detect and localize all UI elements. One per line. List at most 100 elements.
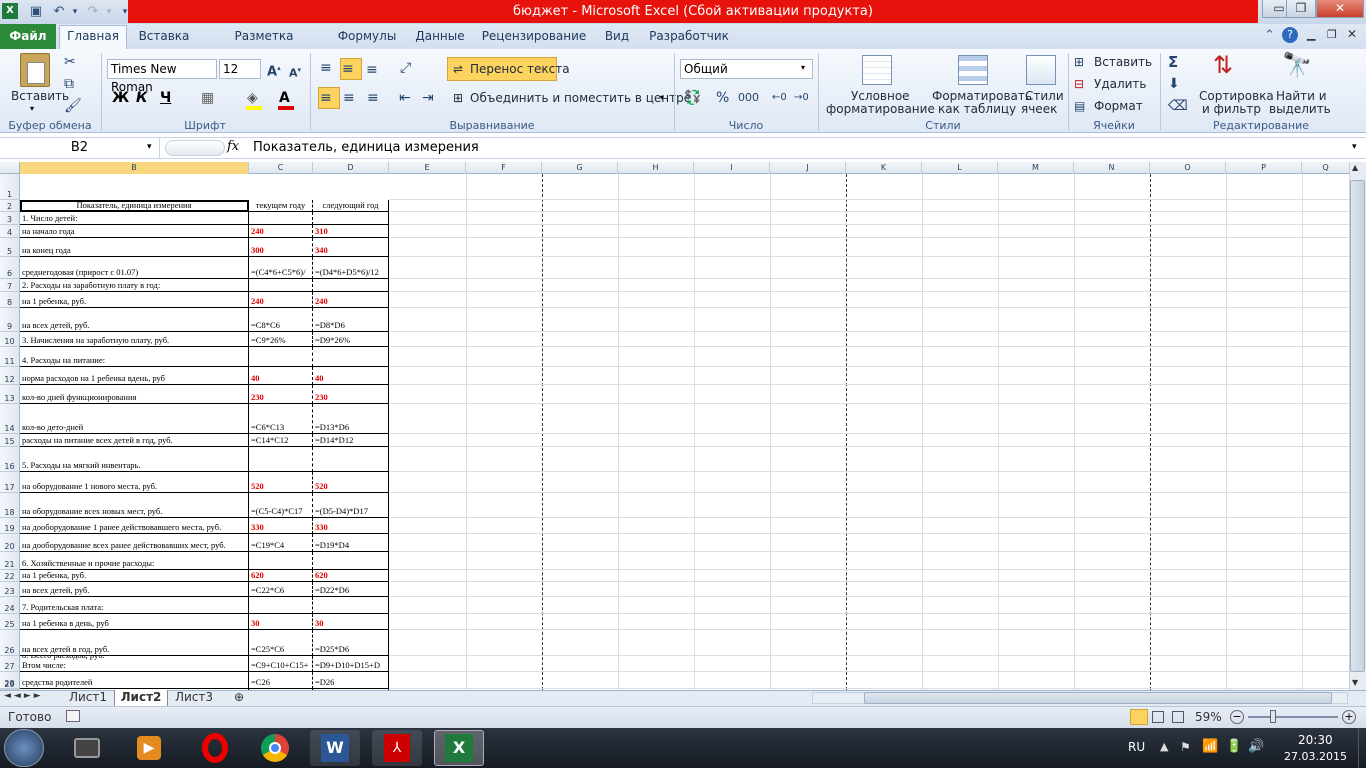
column-header[interactable]: O: [1150, 162, 1226, 174]
column-header[interactable]: G: [542, 162, 618, 174]
cell-C28[interactable]: =C26: [249, 672, 313, 689]
cell-B9[interactable]: на всех детей, руб.: [20, 308, 249, 332]
row-header[interactable]: 26: [0, 630, 20, 656]
cell-D26[interactable]: =D25*D6: [313, 630, 389, 656]
cell-B5[interactable]: на конец года: [20, 238, 249, 257]
cell-B2[interactable]: Показатель, единица измерения: [20, 200, 249, 212]
merge-center-icon[interactable]: ⊞: [453, 91, 463, 105]
paste-icon[interactable]: [20, 53, 50, 87]
cell-B11[interactable]: 4. Расходы на питание:: [20, 347, 249, 367]
tab-review[interactable]: Рецензирование: [480, 24, 588, 49]
copy-icon[interactable]: ⧉: [64, 74, 74, 94]
cell-D11[interactable]: [313, 347, 389, 367]
cell-D18[interactable]: =(D5-D4)*D17: [313, 493, 389, 518]
format-painter-icon[interactable]: 🖌: [64, 96, 82, 116]
cell-C16[interactable]: [249, 447, 313, 472]
cell-D2[interactable]: Проект наследующий год: [313, 200, 389, 212]
tray-expand-icon[interactable]: ▲: [1160, 740, 1168, 753]
cell-D12[interactable]: 40: [313, 367, 389, 385]
row-header[interactable]: 23: [0, 582, 20, 597]
page-layout-view-icon[interactable]: [1152, 711, 1164, 723]
row-header[interactable]: 5: [0, 238, 20, 257]
show-desktop-button[interactable]: [1358, 728, 1366, 768]
tab-data[interactable]: Данные: [410, 24, 470, 49]
cell-B14[interactable]: кол-во дето-дней: [20, 404, 249, 434]
power-icon[interactable]: 🔋: [1226, 739, 1242, 754]
decrease-font-icon[interactable]: A▾: [289, 60, 301, 84]
cell-D6[interactable]: =(D4*6+D5*6)/12: [313, 257, 389, 279]
network-icon[interactable]: 📶: [1202, 739, 1218, 754]
column-header[interactable]: H: [618, 162, 694, 174]
cell-D14[interactable]: =D13*D6: [313, 404, 389, 434]
cell-C17[interactable]: 520: [249, 472, 313, 493]
merge-dropdown-icon[interactable]: ▾: [660, 93, 664, 102]
insert-function-button[interactable]: fx: [227, 139, 239, 154]
cell-D27[interactable]: =D9+D10+D15+D: [313, 656, 389, 672]
delete-cells-button[interactable]: Удалить: [1094, 77, 1147, 91]
row-header[interactable]: 8: [0, 292, 20, 308]
tab-insert[interactable]: Вставка: [133, 24, 195, 49]
decrease-decimal-icon[interactable]: →0: [794, 88, 809, 108]
cell-styles-line1[interactable]: Стили: [1025, 89, 1064, 103]
save-icon[interactable]: ▣: [27, 3, 45, 21]
cell-B18[interactable]: на оборудование всех новых мест, руб.: [20, 493, 249, 518]
tab-view[interactable]: Вид: [597, 24, 637, 49]
close-button[interactable]: ✕: [1316, 0, 1364, 18]
cell-C20[interactable]: =C19*C4: [249, 534, 313, 552]
increase-decimal-icon[interactable]: ←0: [772, 88, 787, 108]
paste-button[interactable]: Вставить: [11, 89, 69, 103]
delete-cells-icon[interactable]: ⊟: [1074, 74, 1084, 94]
taskbar-camera-icon[interactable]: [62, 730, 112, 766]
row-header[interactable]: 12: [0, 367, 20, 385]
cell-B25[interactable]: на 1 ребенка в день, руб: [20, 614, 249, 630]
row-header[interactable]: 2: [0, 200, 20, 212]
row-header[interactable]: 27: [0, 656, 20, 672]
zoom-in-icon[interactable]: +: [1342, 710, 1356, 724]
row-header[interactable]: 20: [0, 534, 20, 552]
column-header[interactable]: N: [1074, 162, 1150, 174]
cell-D20[interactable]: =D19*D4: [313, 534, 389, 552]
cell-C8[interactable]: 240: [249, 292, 313, 308]
cell-D9[interactable]: =D8*D6: [313, 308, 389, 332]
column-header[interactable]: K: [846, 162, 922, 174]
increase-font-icon[interactable]: A▴: [267, 58, 281, 82]
format-as-table-line2[interactable]: как таблицу: [938, 102, 1016, 116]
sort-filter-line1[interactable]: Сортировка: [1199, 89, 1274, 103]
scroll-down-icon[interactable]: ▼: [1352, 678, 1358, 687]
format-as-table-icon[interactable]: [958, 55, 988, 85]
increase-indent-icon[interactable]: ⇥: [422, 88, 434, 108]
wb-close-icon[interactable]: ✕: [1347, 27, 1357, 41]
expand-formula-bar-icon[interactable]: ▾: [1352, 142, 1357, 152]
zoom-slider[interactable]: [1248, 716, 1338, 718]
taskbar-chrome-icon[interactable]: [250, 730, 300, 766]
cell-C4[interactable]: 240: [249, 225, 313, 238]
tab-file[interactable]: Файл: [0, 24, 56, 49]
autosum-button[interactable]: Σ: [1168, 52, 1178, 72]
cell-C13[interactable]: 230: [249, 385, 313, 404]
number-format-dropdown-icon[interactable]: ▾: [801, 63, 805, 72]
thousands-button[interactable]: 000: [738, 88, 759, 108]
cell-B22[interactable]: на 1 ребенка, руб.: [20, 570, 249, 582]
collapse-ribbon-icon[interactable]: ⌃: [1264, 28, 1275, 43]
sheet-nav-icons[interactable]: ◄◄►►: [4, 691, 44, 701]
cell-D28[interactable]: =D26: [313, 672, 389, 689]
macro-record-icon[interactable]: [66, 710, 80, 722]
sort-filter-line2[interactable]: и фильтр: [1202, 102, 1261, 116]
row-header[interactable]: 19: [0, 518, 20, 534]
font-name-combo[interactable]: Times New Roman: [107, 59, 217, 94]
name-box[interactable]: B2: [0, 138, 160, 158]
number-format-combo[interactable]: Общий: [680, 59, 813, 79]
italic-button[interactable]: К: [136, 88, 147, 108]
start-button-icon[interactable]: [4, 729, 44, 767]
cell-B23[interactable]: на всех детей, руб.: [20, 582, 249, 597]
cell-C19[interactable]: 330: [249, 518, 313, 534]
cell-C18[interactable]: =(C5-C4)*C17: [249, 493, 313, 518]
scroll-up-icon[interactable]: ▲: [1352, 163, 1358, 172]
bold-button[interactable]: Ж: [112, 88, 129, 108]
cell-C14[interactable]: =C6*C13: [249, 404, 313, 434]
row-header[interactable]: 10: [0, 332, 20, 347]
column-header[interactable]: E: [389, 162, 466, 174]
sheet-tab-1[interactable]: Лист1: [64, 690, 112, 706]
row-header[interactable]: 21: [0, 552, 20, 570]
row-header[interactable]: 7: [0, 279, 20, 292]
